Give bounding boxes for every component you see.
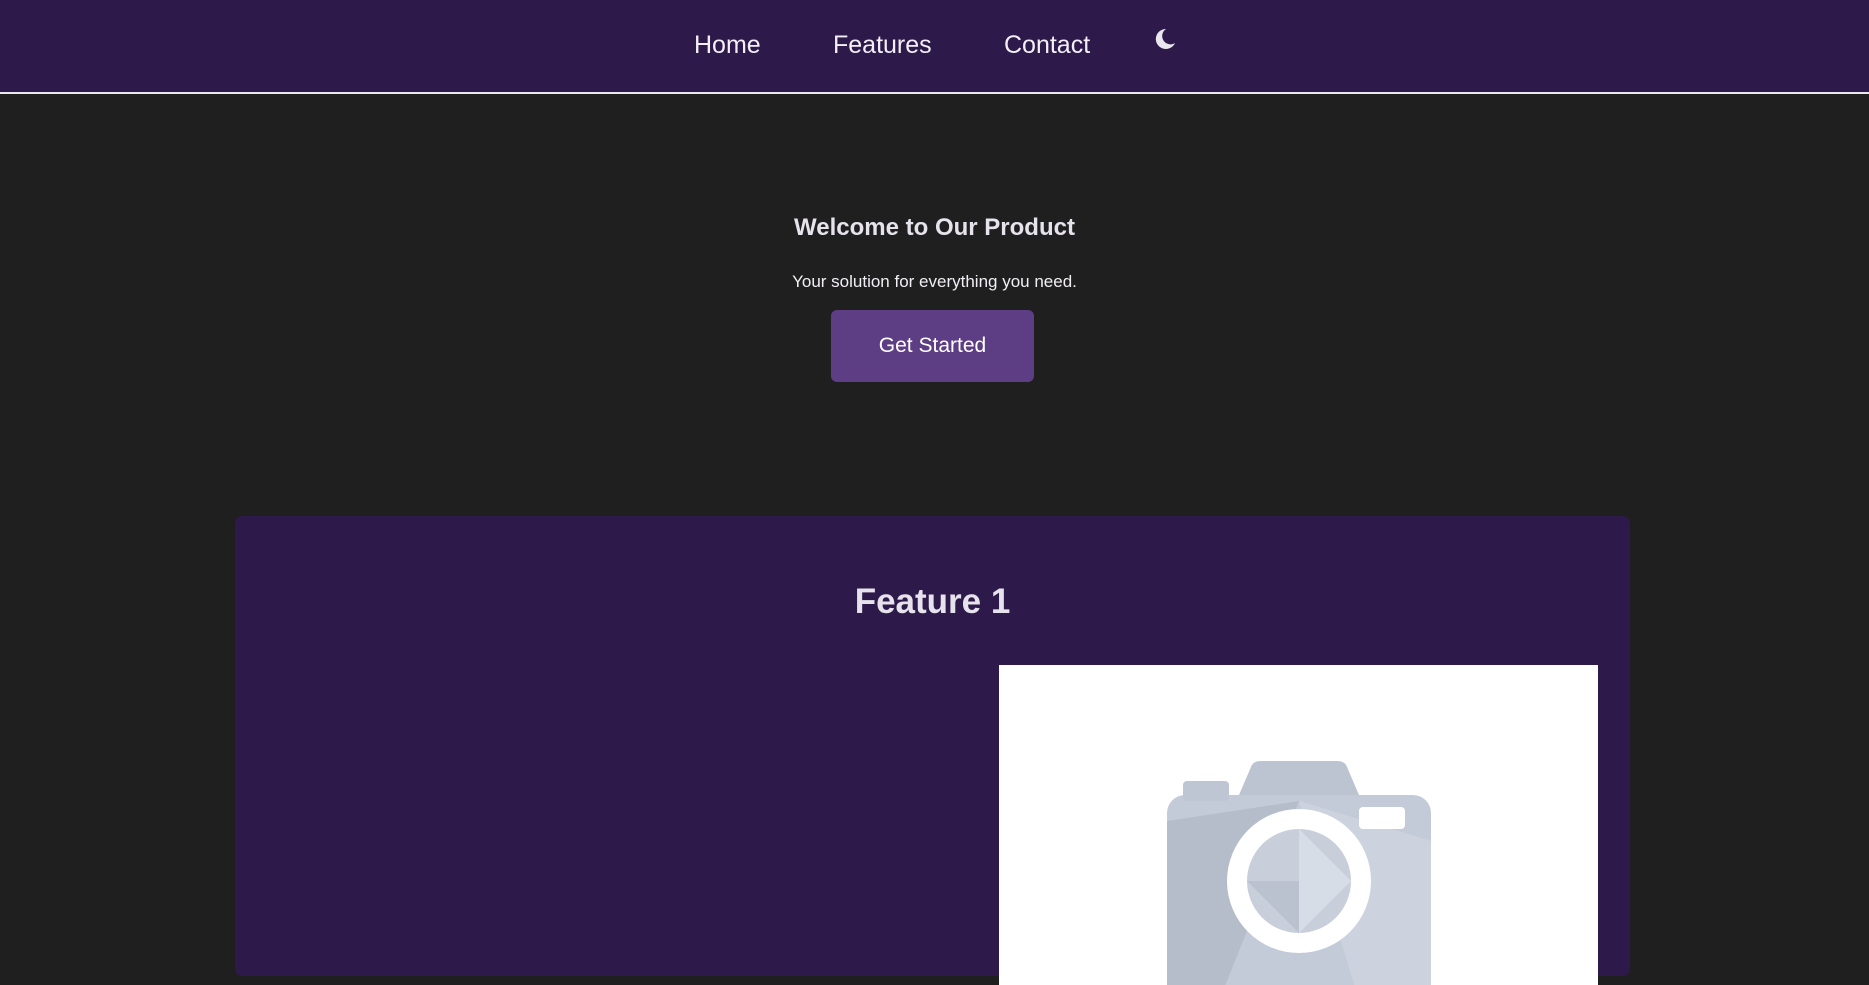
moon-icon (1155, 28, 1175, 49)
theme-toggle-button[interactable] (1152, 26, 1178, 52)
hero-subtitle: Your solution for everything you need. (792, 272, 1077, 291)
hero-title: Welcome to Our Product (794, 214, 1075, 241)
nav-link-contact[interactable]: Contact (1004, 28, 1090, 62)
hero-section: Welcome to Our Product Your solution for… (0, 94, 1869, 514)
feature-image (999, 665, 1598, 985)
nav-link-features[interactable]: Features (833, 28, 932, 62)
feature-card: Feature 1 (235, 516, 1630, 985)
feature-title: Feature 1 (854, 582, 1011, 621)
camera-placeholder-icon (1167, 761, 1431, 985)
get-started-button[interactable]: Get Started (831, 310, 1034, 382)
top-navbar: Home Features Contact (0, 0, 1869, 94)
nav-link-home[interactable]: Home (694, 28, 761, 62)
